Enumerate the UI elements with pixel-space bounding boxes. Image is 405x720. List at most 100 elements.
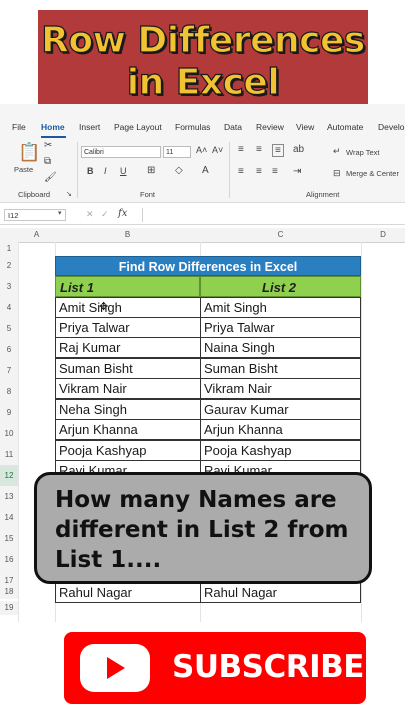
list-1-cell[interactable]: Pooja Kashyap (55, 440, 201, 461)
bold-button[interactable]: B (87, 166, 94, 176)
list-1-cell[interactable]: Rahul Nagar (55, 582, 201, 603)
tab-formulas[interactable]: Formulas (175, 122, 210, 132)
increase-font-icon[interactable]: A˄ (196, 145, 207, 155)
list-2-cell[interactable]: Suman Bisht (200, 358, 361, 379)
tab-developer[interactable]: Develo (378, 122, 404, 132)
enter-icon[interactable]: ✓ (101, 209, 109, 220)
row-header[interactable]: 3 (0, 276, 18, 297)
font-size-dropdown[interactable]: 11 (163, 146, 191, 158)
question-overlay: How many Names are different in List 2 f… (34, 472, 372, 584)
row-header[interactable]: 18 (0, 585, 18, 599)
paste-label[interactable]: Paste (14, 165, 33, 174)
ribbon-divider (229, 142, 230, 198)
list-2-cell[interactable]: Pooja Kashyap (200, 440, 361, 461)
indent-icon[interactable]: ⇥ (293, 166, 301, 177)
name-box[interactable]: I12 (4, 209, 66, 221)
row-header[interactable]: 12 (0, 465, 18, 486)
align-bottom-icon[interactable]: ≡ (272, 144, 284, 157)
row-header[interactable]: 15 (0, 528, 18, 549)
list-1-cell[interactable]: Neha Singh (55, 399, 201, 420)
align-center-icon[interactable]: ≡ (256, 166, 262, 177)
formula-input[interactable] (142, 208, 405, 222)
orientation-icon[interactable]: ab (293, 144, 304, 155)
list-2-cell[interactable]: Amit Singh (200, 297, 361, 318)
cut-icon[interactable]: ✂ (44, 140, 52, 151)
column-header-d[interactable]: D (361, 228, 405, 243)
subscribe-button[interactable]: SUBSCRIBE (64, 632, 366, 704)
list-2-cell[interactable]: Naina Singh (200, 337, 361, 358)
wrap-text-icon[interactable]: ↵ (333, 146, 341, 157)
table-title[interactable]: Find Row Differences in Excel (55, 256, 361, 276)
column-header-b[interactable]: B (55, 228, 200, 243)
list-2-cell[interactable]: Vikram Nair (200, 378, 361, 399)
column-header-a[interactable]: A (18, 228, 55, 243)
tab-review[interactable]: Review (256, 122, 284, 132)
align-middle-icon[interactable]: ≡ (256, 144, 262, 155)
list-1-cell[interactable]: Arjun Khanna (55, 419, 201, 440)
font-name-dropdown[interactable]: Calibri (81, 146, 161, 158)
row-header[interactable]: 13 (0, 486, 18, 507)
tab-automate[interactable]: Automate (327, 122, 363, 132)
row-header[interactable]: 8 (0, 381, 18, 402)
ribbon-tabs: File Home Insert Page Layout Formulas Da… (0, 118, 405, 138)
align-top-icon[interactable]: ≡ (238, 144, 244, 155)
row-header[interactable]: 14 (0, 507, 18, 528)
font-color-icon[interactable]: A (202, 165, 209, 176)
paste-icon[interactable]: 📋 (18, 142, 40, 163)
tab-file[interactable]: File (12, 122, 26, 132)
row-header[interactable]: 6 (0, 339, 18, 360)
align-right-icon[interactable]: ≡ (272, 166, 278, 177)
row-header[interactable]: 4 (0, 297, 18, 318)
grid-line (18, 242, 19, 622)
list-1-header[interactable]: List 1 (55, 276, 200, 297)
format-painter-icon[interactable]: 🖌 (44, 172, 57, 183)
list-1-cell[interactable]: Vikram Nair (55, 378, 201, 399)
merge-center-icon[interactable]: ⊟ (333, 168, 341, 179)
title-banner: Row Differences in Excel (38, 10, 368, 104)
fill-color-icon[interactable]: ◇ (175, 165, 183, 176)
italic-button[interactable]: I (104, 166, 107, 176)
underline-button[interactable]: U (120, 166, 127, 176)
cursor-icon: ✥ (99, 301, 109, 313)
list-2-cell[interactable]: Gaurav Kumar (200, 399, 361, 420)
font-group-label: Font (140, 190, 156, 199)
list-2-header[interactable]: List 2 (200, 276, 361, 297)
decrease-font-icon[interactable]: A˅ (212, 145, 223, 155)
row-header[interactable]: 19 (0, 601, 18, 615)
copy-icon[interactable]: ⧉ (44, 156, 51, 167)
list-2-cell[interactable]: Priya Talwar (200, 317, 361, 338)
row-header[interactable]: 1 (0, 242, 18, 256)
list-2-cell[interactable]: Arjun Khanna (200, 419, 361, 440)
borders-icon[interactable]: ⊞ (147, 165, 155, 176)
insert-function-button[interactable]: fx (118, 208, 127, 219)
name-box-dropdown-icon[interactable]: ▾ (58, 209, 62, 217)
list-2-cell[interactable]: Rahul Nagar (200, 582, 361, 603)
row-header[interactable]: 7 (0, 360, 18, 381)
banner-line-2: in Excel (126, 61, 280, 103)
tab-data[interactable]: Data (224, 122, 242, 132)
tab-insert[interactable]: Insert (79, 122, 100, 132)
wrap-text-button[interactable]: Wrap Text (346, 148, 380, 157)
row-header[interactable]: 5 (0, 318, 18, 339)
alignment-group-label: Alignment (306, 190, 340, 199)
row-header[interactable]: 2 (0, 256, 18, 276)
row-header[interactable]: 11 (0, 444, 18, 465)
list-1-cell[interactable]: Priya Talwar (55, 317, 201, 338)
tab-view[interactable]: View (296, 122, 314, 132)
tab-page-layout[interactable]: Page Layout (114, 122, 162, 132)
row-header[interactable]: 10 (0, 423, 18, 444)
list-1-cell[interactable]: Raj Kumar (55, 337, 201, 358)
list-1-cell[interactable]: Suman Bisht (55, 358, 201, 379)
merge-center-button[interactable]: Merge & Center (346, 169, 399, 178)
align-left-icon[interactable]: ≡ (238, 166, 244, 177)
row-header[interactable]: 9 (0, 402, 18, 423)
list-1-cell[interactable]: Amit Singh (55, 297, 201, 318)
clipboard-launcher-icon[interactable]: ↘ (66, 190, 72, 198)
ribbon-divider (77, 142, 78, 198)
row-header[interactable]: 16 (0, 549, 18, 570)
formula-bar: I12 ▾ ✕ ✓ fx (0, 206, 405, 225)
cancel-icon[interactable]: ✕ (86, 209, 94, 220)
select-all-corner[interactable] (0, 228, 18, 243)
tab-home[interactable]: Home (41, 122, 65, 132)
column-header-c[interactable]: C (200, 228, 361, 243)
